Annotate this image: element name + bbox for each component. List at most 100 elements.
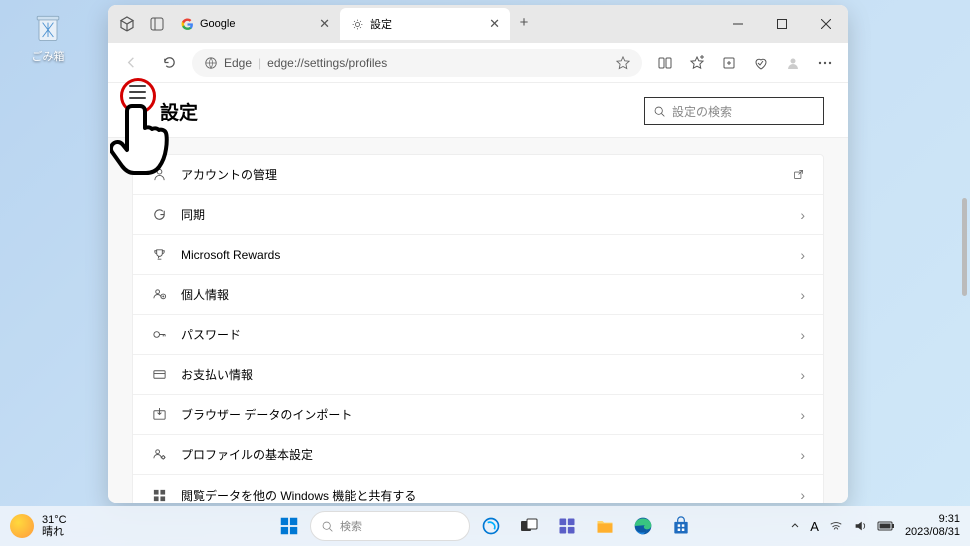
- settings-row[interactable]: お支払い情報 ›: [133, 355, 823, 395]
- ime-indicator[interactable]: A: [810, 519, 819, 534]
- taskbar-search-placeholder: 検索: [340, 518, 362, 534]
- settings-row[interactable]: 閲覧データを他の Windows 機能と共有する ›: [133, 475, 823, 503]
- profile-button[interactable]: [778, 48, 808, 78]
- card-icon: [151, 367, 167, 383]
- volume-icon[interactable]: [853, 519, 867, 533]
- settings-row[interactable]: 個人情報 ›: [133, 275, 823, 315]
- sun-icon: [10, 514, 34, 538]
- tray-chevron-icon[interactable]: [790, 521, 800, 531]
- edge-icon: [204, 56, 218, 70]
- gear-icon: [151, 447, 167, 463]
- settings-search[interactable]: 設定の検索: [644, 97, 824, 125]
- gear-favicon-icon: [350, 17, 364, 31]
- tab-close-icon[interactable]: ✕: [489, 16, 500, 32]
- profile-icon: [151, 287, 167, 303]
- reload-button[interactable]: [154, 48, 184, 78]
- external-link-icon: [792, 168, 805, 181]
- row-label: 同期: [181, 206, 205, 223]
- taskbar-clock[interactable]: 9:31 2023/08/31: [905, 513, 960, 538]
- chevron-right-icon: ›: [800, 207, 805, 223]
- settings-row[interactable]: ブラウザー データのインポート ›: [133, 395, 823, 435]
- tab-settings[interactable]: 設定 ✕: [340, 8, 510, 40]
- back-button[interactable]: [116, 48, 146, 78]
- more-button[interactable]: [810, 48, 840, 78]
- browser-essentials-button[interactable]: [746, 48, 776, 78]
- split-screen-button[interactable]: [650, 48, 680, 78]
- row-label: ブラウザー データのインポート: [181, 406, 352, 423]
- chevron-right-icon: ›: [800, 247, 805, 263]
- taskbar-search[interactable]: 検索: [310, 511, 470, 541]
- address-url: edge://settings/profiles: [267, 56, 387, 70]
- vertical-scrollbar[interactable]: [962, 198, 967, 296]
- task-view-icon[interactable]: [512, 509, 546, 543]
- address-bar[interactable]: Edge | edge://settings/profiles: [192, 49, 642, 77]
- chevron-right-icon: ›: [800, 287, 805, 303]
- tab-label: Google: [200, 18, 235, 30]
- window-maximize[interactable]: [760, 5, 804, 43]
- chevron-right-icon: ›: [800, 487, 805, 503]
- favorites-button[interactable]: [682, 48, 712, 78]
- search-placeholder: 設定の検索: [672, 103, 732, 120]
- hamburger-menu-button[interactable]: [129, 85, 146, 103]
- row-label: アカウントの管理: [181, 166, 277, 183]
- row-label: パスワード: [181, 326, 241, 343]
- chevron-right-icon: ›: [800, 327, 805, 343]
- settings-list: アカウントの管理同期 › Microsoft Rewards › 個人情報 › パスワード ›…: [132, 154, 824, 503]
- start-button[interactable]: [272, 509, 306, 543]
- collections-button[interactable]: [714, 48, 744, 78]
- tab-google[interactable]: Google ✕: [170, 8, 340, 40]
- settings-row[interactable]: プロファイルの基本設定 ›: [133, 435, 823, 475]
- browser-window: Google ✕ 設定 ✕ + Edge | edge://settings/p…: [108, 5, 848, 503]
- vertical-tabs-button[interactable]: [148, 15, 166, 33]
- new-tab-button[interactable]: +: [510, 8, 538, 36]
- search-icon: [321, 520, 334, 533]
- google-favicon-icon: [180, 17, 194, 31]
- tab-label: 設定: [370, 16, 392, 32]
- weather-temp: 31°C: [42, 514, 67, 526]
- desktop-recycle-bin[interactable]: ごみ箱: [28, 10, 68, 64]
- row-label: お支払い情報: [181, 366, 253, 383]
- titlebar: Google ✕ 設定 ✕ +: [108, 5, 848, 43]
- trophy-icon: [151, 247, 167, 263]
- row-label: 個人情報: [181, 286, 229, 303]
- settings-row[interactable]: 同期 ›: [133, 195, 823, 235]
- wifi-icon[interactable]: [829, 519, 843, 533]
- import-icon: [151, 407, 167, 423]
- chevron-right-icon: ›: [800, 407, 805, 423]
- search-icon: [653, 105, 666, 118]
- chevron-right-icon: ›: [800, 447, 805, 463]
- favorite-star-icon[interactable]: [616, 56, 630, 70]
- row-label: 閲覧データを他の Windows 機能と共有する: [181, 487, 416, 504]
- recycle-bin-icon: [28, 10, 68, 46]
- explorer-icon[interactable]: [588, 509, 622, 543]
- edge-icon[interactable]: [626, 509, 660, 543]
- chevron-right-icon: ›: [800, 367, 805, 383]
- tab-close-icon[interactable]: ✕: [319, 16, 330, 32]
- windows-icon: [151, 487, 167, 503]
- workspaces-button[interactable]: [118, 15, 136, 33]
- settings-row[interactable]: アカウントの管理: [133, 155, 823, 195]
- system-tray: A 9:31 2023/08/31: [790, 513, 960, 538]
- settings-row[interactable]: Microsoft Rewards ›: [133, 235, 823, 275]
- row-label: Microsoft Rewards: [181, 248, 280, 262]
- widgets-icon[interactable]: [550, 509, 584, 543]
- clock-date: 2023/08/31: [905, 526, 960, 539]
- sync-icon: [151, 207, 167, 223]
- address-scheme: Edge: [224, 56, 252, 70]
- recycle-bin-label: ごみ箱: [28, 48, 68, 64]
- window-minimize[interactable]: [716, 5, 760, 43]
- taskbar-weather[interactable]: 31°C 晴れ: [10, 514, 67, 538]
- clock-time: 9:31: [905, 513, 960, 526]
- person-icon: [151, 167, 167, 183]
- key-icon: [151, 327, 167, 343]
- row-label: プロファイルの基本設定: [181, 446, 313, 463]
- settings-row[interactable]: パスワード ›: [133, 315, 823, 355]
- copilot-icon[interactable]: [474, 509, 508, 543]
- taskbar: 31°C 晴れ 検索 A 9:31 2023/08/31: [0, 506, 970, 546]
- battery-icon[interactable]: [877, 520, 895, 532]
- store-icon[interactable]: [664, 509, 698, 543]
- window-close[interactable]: [804, 5, 848, 43]
- page-content: 設定 設定の検索 アカウントの管理同期›Microsoft Rewards›個人…: [108, 83, 848, 503]
- address-separator: |: [258, 56, 261, 70]
- page-title: 設定: [160, 98, 198, 125]
